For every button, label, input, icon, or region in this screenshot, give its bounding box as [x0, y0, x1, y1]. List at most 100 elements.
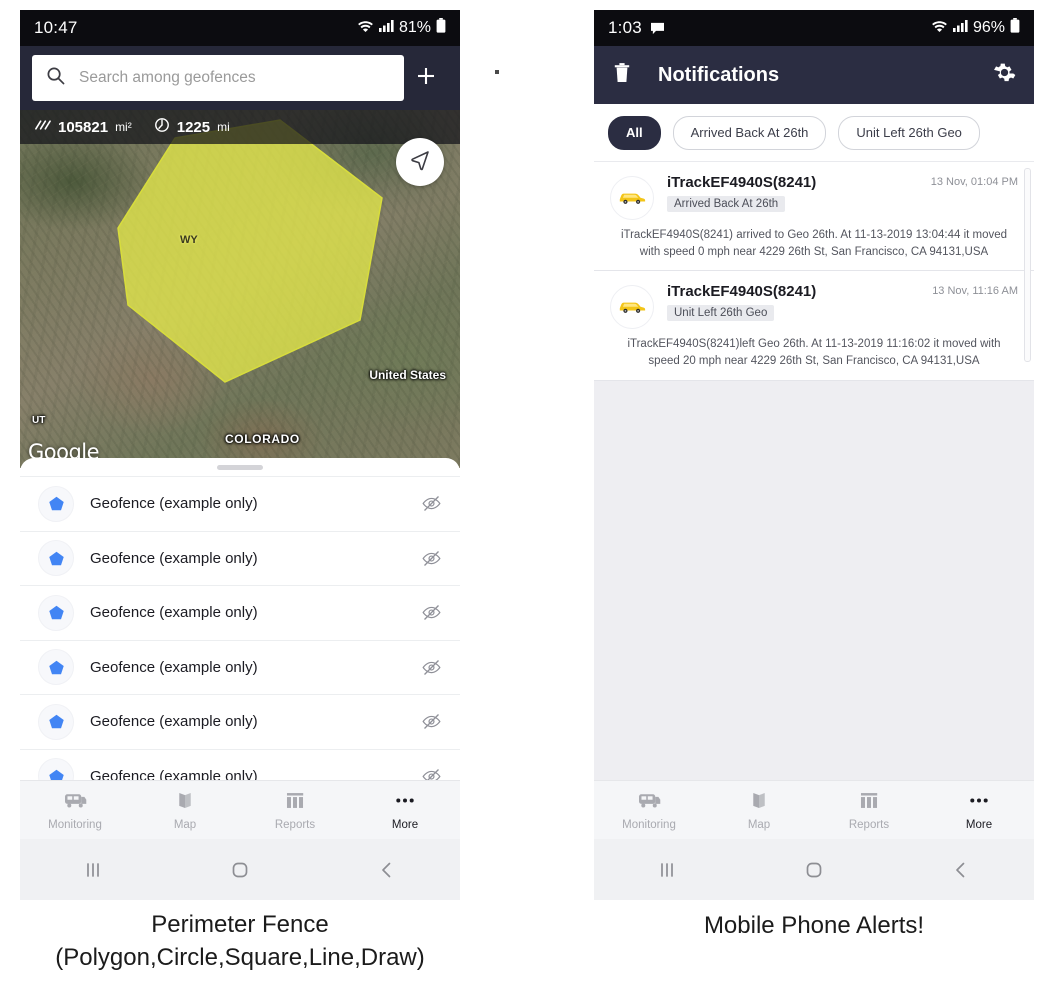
geofence-list-item[interactable]: Geofence (example only) [20, 585, 460, 640]
map-perimeter-value: 1225 [176, 118, 211, 136]
notification-body: iTrackEF4940S(8241)left Geo 26th. At 11-… [627, 338, 1001, 368]
recent-apps-icon[interactable] [594, 859, 741, 881]
status-bar-time: 1:03 [608, 18, 642, 37]
scrollbar-thumb[interactable] [1024, 168, 1031, 362]
perimeter-clock-icon [154, 117, 170, 137]
drag-handle[interactable] [217, 464, 263, 470]
cellular-signal-icon [952, 19, 968, 37]
notification-tag: Unit Left 26th Geo [667, 305, 775, 322]
geofence-list[interactable]: Geofence (example only) Geofence (exampl… [20, 476, 460, 803]
geofence-list-item[interactable]: Geofence (example only) [20, 530, 460, 586]
geofence-name: Geofence (example only) [90, 604, 258, 622]
reports-icon [284, 790, 306, 816]
map-icon [174, 790, 196, 816]
notification-timestamp: 13 Nov, 01:04 PM [930, 176, 1018, 188]
left-caption-line2: (Polygon,Circle,Square,Line,Draw) [55, 944, 425, 972]
eye-off-icon[interactable] [421, 493, 442, 514]
pentagon-icon [38, 540, 74, 577]
eye-off-icon[interactable] [421, 657, 442, 678]
search-icon [46, 66, 65, 90]
right-caption: Mobile Phone Alerts! [703, 912, 925, 939]
search-input-wrapper[interactable]: Search among geofences [32, 55, 404, 101]
app-bar: Notifications [594, 46, 1034, 104]
nav-item-monitoring[interactable]: Monitoring [20, 790, 130, 831]
geofence-list-item[interactable]: Geofence (example only) [20, 694, 460, 749]
eye-off-icon[interactable] [421, 711, 442, 732]
geofence-name: Geofence (example only) [90, 495, 258, 513]
map-area-unit: mi² [115, 120, 132, 134]
geofence-list-item[interactable]: Geofence (example only) [20, 639, 460, 695]
nav-label: Monitoring [622, 818, 676, 831]
status-bar-time: 10:47 [34, 18, 78, 37]
scrollbar[interactable] [1024, 168, 1031, 814]
nav-item-reports[interactable]: Reports [814, 790, 924, 831]
map-stats-bar: 105821 mi² 1225 mi [20, 110, 460, 144]
pentagon-icon [38, 703, 74, 740]
search-bar-container: Search among geofences [20, 46, 460, 110]
notification-body: iTrackEF4940S(8241) arrived to Geo 26th.… [620, 229, 1008, 258]
filter-chip-arrived[interactable]: Arrived Back At 26th [672, 115, 827, 150]
eye-off-icon[interactable] [421, 548, 442, 569]
nav-item-map[interactable]: Map [130, 790, 240, 831]
locate-me-button[interactable] [396, 138, 444, 186]
wifi-icon [931, 19, 948, 37]
geofence-list-item[interactable]: Geofence (example only) [20, 476, 460, 531]
geofence-name: Geofence (example only) [90, 549, 258, 567]
wifi-icon [357, 19, 374, 37]
home-icon[interactable] [167, 859, 314, 881]
map-label-state-abbr: WY [180, 234, 198, 246]
left-phone-screenshot: 10:47 81% Search among geofences 105821 … [20, 10, 460, 900]
status-bar: 10:47 81% [20, 10, 460, 46]
pentagon-icon [38, 594, 74, 631]
add-geofence-button[interactable] [404, 64, 448, 93]
map-area-value: 105821 [58, 118, 109, 136]
filter-chip-left[interactable]: Unit Left 26th Geo [838, 115, 980, 150]
trash-icon[interactable] [612, 62, 632, 89]
pentagon-icon [38, 649, 74, 686]
map-icon [748, 790, 770, 816]
yellow-car-icon [617, 187, 647, 210]
system-nav-bar[interactable] [20, 839, 460, 900]
map-perimeter-stat: 1225 mi [154, 117, 230, 137]
avatar [610, 285, 654, 330]
notification-item[interactable]: iTrackEF4940S(8241) Arrived Back At 26th… [594, 162, 1034, 272]
map-view[interactable]: 105821 mi² 1225 mi WY United States COLO… [20, 110, 460, 468]
notifications-list[interactable]: iTrackEF4940S(8241) Arrived Back At 26th… [594, 162, 1034, 820]
app-bottom-nav[interactable]: Monitoring Map Reports More [594, 780, 1034, 839]
area-hatch-icon [34, 118, 51, 136]
eye-off-icon[interactable] [421, 602, 442, 623]
message-icon [650, 22, 665, 35]
left-caption-line1: Perimeter Fence [151, 911, 329, 938]
nav-label: More [965, 818, 993, 831]
pentagon-icon [38, 485, 74, 522]
nav-item-reports[interactable]: Reports [240, 790, 350, 831]
system-nav-bar[interactable] [594, 839, 1034, 900]
left-caption: Perimeter Fence (Polygon,Circle,Square,L… [20, 908, 460, 974]
nav-item-map[interactable]: Map [704, 790, 814, 831]
gear-icon[interactable] [993, 61, 1016, 89]
battery-icon [1010, 18, 1020, 38]
nav-label: Reports [848, 818, 890, 831]
nav-item-more[interactable]: More [350, 790, 460, 831]
avatar [610, 176, 654, 220]
more-dots-icon [393, 790, 417, 816]
map-perimeter-unit: mi [217, 120, 230, 134]
filter-chips[interactable]: All Arrived Back At 26th Unit Left 26th … [594, 104, 1034, 162]
bottom-sheet-handle-area[interactable] [20, 458, 460, 476]
notification-timestamp: 13 Nov, 11:16 AM [932, 285, 1018, 298]
nav-label: Map [747, 818, 771, 831]
back-icon[interactable] [313, 859, 460, 881]
nav-label: Monitoring [48, 818, 102, 831]
app-bottom-nav[interactable]: Monitoring Map Reports More [20, 780, 460, 839]
notification-item[interactable]: iTrackEF4940S(8241) Unit Left 26th Geo 1… [594, 271, 1034, 381]
nav-item-monitoring[interactable]: Monitoring [594, 790, 704, 831]
reports-icon [858, 790, 880, 816]
search-input-placeholder: Search among geofences [79, 69, 256, 86]
geofence-name: Geofence (example only) [90, 658, 258, 676]
back-icon[interactable] [887, 859, 1034, 881]
recent-apps-icon[interactable] [20, 859, 167, 881]
filter-chip-all[interactable]: All [608, 115, 661, 150]
home-icon[interactable] [741, 859, 888, 881]
nav-item-more[interactable]: More [924, 790, 1034, 831]
geofence-name: Geofence (example only) [90, 713, 258, 731]
